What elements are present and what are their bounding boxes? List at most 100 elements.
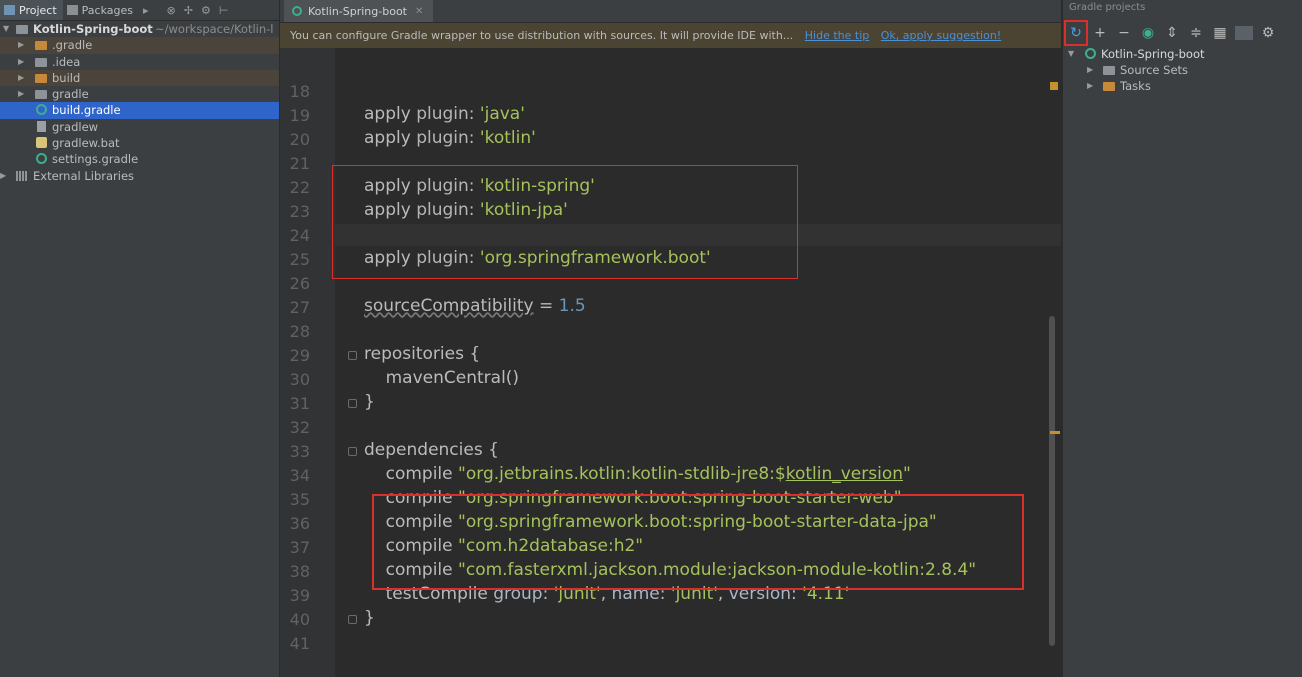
fold-marker-icon[interactable] xyxy=(348,447,357,456)
gradle-project-icon xyxy=(1085,48,1096,59)
gradle-tree-source-sets[interactable]: ▶ Source Sets xyxy=(1063,62,1302,78)
code-line: dependencies { xyxy=(364,440,499,460)
tab-packages[interactable]: Packages xyxy=(63,0,139,20)
gradle-icon[interactable]: ◉ xyxy=(1136,23,1160,43)
hide-tip-link[interactable]: Hide the tip xyxy=(805,29,869,42)
scroll-from-source-icon[interactable]: ⊗ xyxy=(167,4,176,17)
plus-icon[interactable]: + xyxy=(1088,23,1112,43)
scroll-marker[interactable] xyxy=(1050,431,1060,434)
expand-arrow-icon[interactable]: ▼ xyxy=(1068,46,1074,62)
line-number: 35 xyxy=(289,490,310,509)
collapse-all-icon[interactable]: ≑ xyxy=(1184,23,1208,43)
expand-all-icon[interactable]: ⇕ xyxy=(1160,23,1184,43)
code-line: compile "org.jetbrains.kotlin:kotlin-std… xyxy=(364,464,911,484)
line-number: 28 xyxy=(289,322,310,341)
gradle-tree-root[interactable]: ▼ Kotlin-Spring-boot xyxy=(1063,46,1302,62)
tree-item-idea[interactable]: ▶ .idea xyxy=(0,54,279,70)
tree-item-label: build.gradle xyxy=(52,103,121,118)
library-icon xyxy=(16,170,28,181)
project-panel: Project Packages ▸ ⊗ ✢ ⚙ ⊢ ▼ Kotlin-Spri… xyxy=(0,0,279,677)
code-editor[interactable]: 18 19 20 21 22 23 24 25 26 27 28 29 30 3… xyxy=(280,48,1061,677)
gradle-tree-tasks[interactable]: ▶ Tasks xyxy=(1063,78,1302,94)
tree-item-label: External Libraries xyxy=(33,168,135,183)
tree-item-gradlew-bat[interactable]: gradlew.bat xyxy=(0,135,279,151)
module-folder-icon xyxy=(16,25,28,34)
line-number: 22 xyxy=(289,178,310,197)
refresh-icon[interactable]: ↻ xyxy=(1064,20,1088,46)
highlight-box-plugins xyxy=(332,165,798,279)
tree-item-settings-gradle[interactable]: settings.gradle xyxy=(0,151,279,167)
folder-icon xyxy=(35,57,47,67)
editor-tab-build-gradle[interactable]: Kotlin-Spring-boot ✕ xyxy=(284,0,434,22)
settings-icon[interactable]: ⚙ xyxy=(201,4,211,17)
more-arrow-icon[interactable]: ▸ xyxy=(143,4,149,17)
tree-item-gradle-dir[interactable]: ▶ .gradle xyxy=(0,37,279,54)
tree-item-label: gradlew.bat xyxy=(52,136,120,151)
line-gutter: 18 19 20 21 22 23 24 25 26 27 28 29 30 3… xyxy=(280,48,335,677)
toggle-icon[interactable] xyxy=(1235,26,1253,40)
gradle-toolbar: ↻ + − ◉ ⇕ ≑ ▦ ⚙ xyxy=(1063,20,1302,46)
apply-suggestion-link[interactable]: Ok, apply suggestion! xyxy=(881,29,1001,42)
fold-marker-icon[interactable] xyxy=(348,351,357,360)
editor-tab-label: Kotlin-Spring-boot xyxy=(308,4,407,18)
expand-arrow-icon[interactable]: ▶ xyxy=(18,37,24,53)
tasks-icon xyxy=(1103,82,1115,91)
warning-marker[interactable] xyxy=(1050,82,1058,90)
project-toolbar: Project Packages ▸ ⊗ ✢ ⚙ ⊢ xyxy=(0,0,279,21)
line-number: 24 xyxy=(289,226,310,245)
gradle-tree-label: Tasks xyxy=(1120,79,1151,93)
banner-text: You can configure Gradle wrapper to use … xyxy=(290,29,794,42)
line-number: 20 xyxy=(289,130,310,149)
line-number: 25 xyxy=(289,250,310,269)
tree-item-build[interactable]: ▶ build xyxy=(0,69,279,87)
expand-arrow-icon[interactable]: ▶ xyxy=(18,86,24,102)
tree-item-external-libraries[interactable]: ▶ External Libraries xyxy=(0,168,279,184)
gradle-tree-label: Source Sets xyxy=(1120,63,1189,77)
gradle-file-icon xyxy=(292,6,302,16)
fold-marker-icon[interactable] xyxy=(348,399,357,408)
offline-icon[interactable]: ▦ xyxy=(1208,23,1232,43)
close-icon[interactable]: ✕ xyxy=(415,6,423,17)
file-icon xyxy=(37,120,46,132)
folder-icon xyxy=(35,41,47,51)
expand-arrow-icon[interactable]: ▶ xyxy=(18,70,24,86)
expand-arrow-icon[interactable]: ▶ xyxy=(1087,62,1093,78)
project-tree: ▼ Kotlin-Spring-boot ~/workspace/Kotlin-… xyxy=(0,21,279,184)
tree-item-gradlew[interactable]: gradlew xyxy=(0,119,279,135)
expand-arrow-icon[interactable]: ▶ xyxy=(18,54,24,70)
code-line: } xyxy=(364,392,375,412)
tab-project[interactable]: Project xyxy=(0,0,63,20)
gradle-file-icon xyxy=(36,104,47,116)
tree-item-label: gradle xyxy=(52,87,89,102)
expand-arrow-icon[interactable]: ▶ xyxy=(0,168,6,184)
settings-icon[interactable]: ⚙ xyxy=(1256,23,1280,43)
packages-icon xyxy=(66,5,78,15)
project-icon xyxy=(4,5,15,15)
collapse-icon[interactable]: ✢ xyxy=(184,4,193,17)
line-number: 30 xyxy=(289,370,310,389)
line-number: 18 xyxy=(289,82,310,101)
expand-arrow-icon[interactable]: ▶ xyxy=(1087,78,1093,94)
tree-item-root[interactable]: ▼ Kotlin-Spring-boot ~/workspace/Kotlin-… xyxy=(0,21,279,37)
expand-arrow-icon[interactable]: ▼ xyxy=(3,21,9,37)
folder-icon xyxy=(35,90,47,100)
code-line: apply plugin: 'java' xyxy=(364,104,525,124)
fold-marker-icon[interactable] xyxy=(348,615,357,624)
hide-icon[interactable]: ⊢ xyxy=(219,4,229,17)
line-number: 39 xyxy=(289,586,310,605)
folder-icon xyxy=(35,73,47,83)
line-number: 36 xyxy=(289,514,310,533)
highlight-box-dependencies xyxy=(372,494,1024,590)
gradle-file-icon xyxy=(36,153,47,165)
line-number: 40 xyxy=(289,610,310,629)
line-number: 41 xyxy=(289,634,310,653)
code-line: repositories { xyxy=(364,344,481,364)
tree-item-gradle[interactable]: ▶ gradle xyxy=(0,86,279,102)
line-number: 31 xyxy=(289,394,310,413)
tree-root-label: Kotlin-Spring-boot xyxy=(33,22,153,36)
tree-item-label: gradlew xyxy=(52,119,99,134)
code-line: } xyxy=(364,608,375,628)
vertical-scrollbar[interactable] xyxy=(1049,316,1055,646)
tree-item-build-gradle[interactable]: build.gradle xyxy=(0,102,279,119)
minus-icon[interactable]: − xyxy=(1112,23,1136,43)
